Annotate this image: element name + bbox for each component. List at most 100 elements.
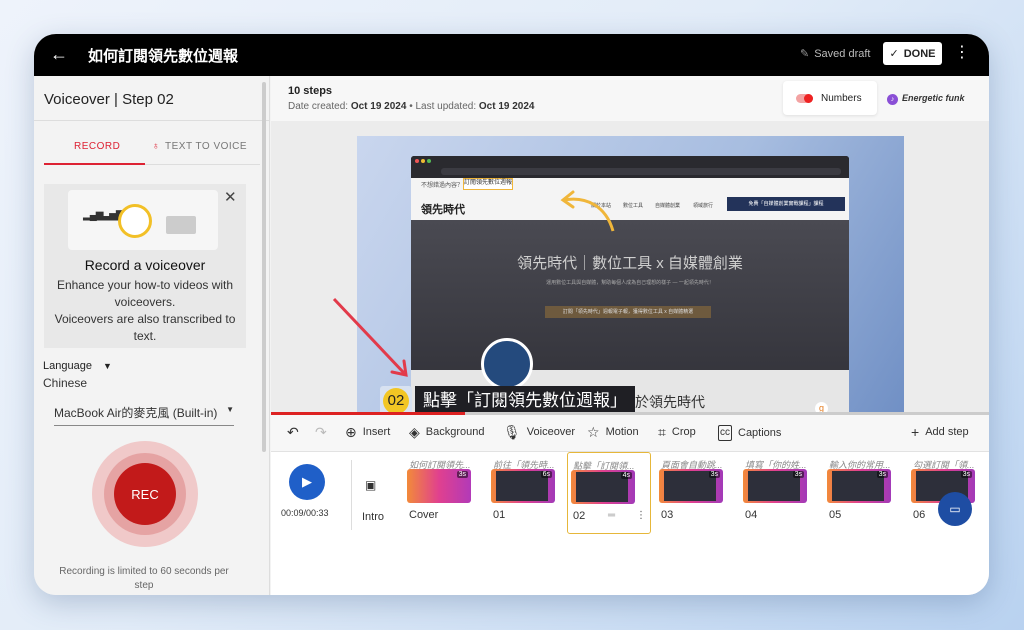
- clip-thumbnail: 3s: [407, 469, 471, 503]
- page-title: 如何訂閱領先數位週報: [88, 48, 239, 65]
- rec-button-inner-ring: REC: [104, 453, 186, 535]
- crop-label: Crop: [671, 426, 696, 438]
- done-label: DONE: [903, 47, 936, 60]
- clip-thumbnail: 6s: [491, 469, 555, 503]
- plus-circle-icon: ⊕: [345, 424, 357, 440]
- clip-thumbnail: 4s: [571, 470, 635, 504]
- star-icon: ☆: [587, 424, 600, 440]
- timeline-clip[interactable]: 前往「領先時... 6s 01: [488, 452, 572, 534]
- placeholder-block: [166, 216, 196, 234]
- clip-thumbnail: 3s: [743, 469, 807, 503]
- close-icon[interactable]: ✕: [224, 188, 237, 206]
- add-step-button[interactable]: + Add step: [911, 425, 969, 439]
- crop-button[interactable]: ⌗ Crop: [658, 425, 696, 439]
- avatar: [118, 204, 152, 238]
- voiceover-panel: Voiceover | Step 02 RECORD ♁ TEXT TO VOIC…: [34, 76, 270, 595]
- mic-value: MacBook Air的麥克風 (Built-in): [54, 406, 218, 420]
- clip-duration: 3s: [876, 471, 888, 478]
- voiceover-info-card: ▂▄▆▃▅▇▂▆▄ ✕ Record a voiceover Enhance y…: [44, 184, 246, 348]
- clip-label: 05: [829, 509, 842, 521]
- voiceover-button[interactable]: 🎙 Voiceover: [503, 425, 575, 439]
- badge-icon: ♁: [152, 141, 160, 152]
- tab-tts-label: TEXT TO VOICE: [165, 141, 248, 152]
- clip-thumbnail: 3s: [659, 469, 723, 503]
- microphone-icon: 🎙: [503, 424, 521, 440]
- panel-title: Voiceover | Step 02: [44, 91, 174, 108]
- tab-text-to-voice[interactable]: ♁ TEXT TO VOICE: [152, 141, 247, 152]
- video-add-icon[interactable]: ▣: [365, 478, 376, 492]
- app-window: ← 如何訂閱領先數位週報 ✎ Saved draft ✓ DONE ⋮ Voiceo…: [34, 34, 989, 595]
- saved-status: ✎ Saved draft: [800, 47, 870, 60]
- editor-main: 10 steps Date created: Oct 19 2024 • Las…: [271, 76, 989, 595]
- tab-underline: [44, 163, 145, 165]
- top-bar: ← 如何訂閱領先數位週報 ✎ Saved draft ✓ DONE ⋮: [34, 34, 989, 76]
- clip-duration: 3s: [456, 471, 468, 478]
- undo-icon[interactable]: ↶: [287, 425, 299, 439]
- kebab-icon[interactable]: ⋮: [954, 43, 970, 63]
- clip-label: 04: [745, 509, 758, 521]
- saved-label: Saved draft: [814, 48, 871, 60]
- cc-icon: cc: [718, 425, 732, 441]
- timeline-clip[interactable]: 輸入你的常用... 3s 05: [824, 452, 908, 534]
- clip-label: 06: [913, 509, 926, 521]
- language-label: Language: [43, 360, 92, 372]
- intro-label: Intro: [362, 511, 385, 523]
- clip-label: Cover: [409, 509, 439, 521]
- check-icon: ✓: [889, 48, 899, 60]
- done-button[interactable]: ✓ DONE: [883, 42, 942, 65]
- pen-icon: ✎: [800, 48, 810, 60]
- clip-duration: 3s: [960, 471, 972, 478]
- red-arrow: [332, 297, 406, 375]
- chat-support-button[interactable]: ▭: [938, 492, 972, 526]
- clip-label: 01: [493, 509, 506, 521]
- redo-icon[interactable]: ↷: [315, 425, 327, 439]
- tab-record[interactable]: RECORD: [74, 141, 120, 152]
- captions-button[interactable]: cc Captions: [718, 425, 781, 441]
- voiceover-label: Voiceover: [526, 426, 576, 438]
- yellow-arrow: [563, 197, 615, 232]
- chat-icon: ▭: [949, 502, 961, 516]
- language-value: Chinese: [43, 376, 88, 390]
- motion-button[interactable]: ☆ Motion: [587, 425, 639, 439]
- timeline: ▶ 00:09/00:33 ▣ Intro 如何訂閱領先... 3s Cover…: [271, 451, 989, 595]
- insert-label: Insert: [362, 426, 391, 438]
- paint-bucket-icon: ◈: [409, 424, 420, 440]
- clip-label: 02: [573, 510, 586, 522]
- play-button[interactable]: ▶: [289, 464, 325, 500]
- clip-duration: 6s: [540, 471, 552, 478]
- clip-duration: 3s: [708, 471, 720, 478]
- motion-label: Motion: [605, 426, 639, 438]
- clip-label: 03: [661, 509, 674, 521]
- timeline-clip-selected[interactable]: 點擊「訂閱領... 4s 02 ═ ⋮: [567, 452, 651, 534]
- time-readout: 00:09/00:33: [281, 508, 329, 518]
- add-step-label: Add step: [925, 426, 969, 438]
- clip-duration: 4s: [620, 472, 632, 479]
- insert-button[interactable]: ⊕ Insert: [345, 425, 390, 439]
- clip-duration: 3s: [792, 471, 804, 478]
- illustration: ▂▄▆▃▅▇▂▆▄: [68, 190, 218, 250]
- divider: [34, 120, 270, 121]
- caret-down-icon: ▼: [226, 405, 234, 414]
- captions-label: Captions: [738, 427, 782, 439]
- card-description: Enhance your how-to videos with voiceove…: [54, 278, 236, 343]
- timeline-clip[interactable]: 填寫「你的姓... 3s 04: [740, 452, 824, 534]
- caret-down-icon: ▼: [103, 361, 112, 371]
- background-button[interactable]: ◈ Background: [409, 425, 485, 439]
- microphone-select[interactable]: MacBook Air的麥克風 (Built-in) ▼: [54, 404, 234, 426]
- rec-button-ring: REC: [92, 441, 198, 547]
- clip-thumbnail: 3s: [827, 469, 891, 503]
- play-icon: ▶: [302, 474, 312, 489]
- plus-icon: +: [911, 424, 920, 440]
- timeline-clip[interactable]: 如何訂閱領先... 3s Cover: [404, 452, 488, 534]
- rec-button[interactable]: REC: [114, 463, 176, 525]
- timeline-divider: [351, 460, 352, 530]
- background-label: Background: [425, 426, 485, 438]
- kebab-icon[interactable]: ⋮: [636, 510, 646, 521]
- arrow-left-icon[interactable]: ←: [50, 44, 68, 64]
- language-dropdown[interactable]: Language ▼: [43, 360, 112, 372]
- recording-limit-note: Recording is limited to 60 seconds per s…: [59, 566, 229, 591]
- timeline-clip[interactable]: 頁面會自動跳... 3s 03: [656, 452, 740, 534]
- edit-toolbar: ↶ ↷ ⊕ Insert ◈ Background 🎙 Voiceover ☆ Moti…: [271, 415, 989, 451]
- scrollbar[interactable]: [262, 82, 266, 452]
- drag-handle-icon[interactable]: ═: [608, 510, 615, 521]
